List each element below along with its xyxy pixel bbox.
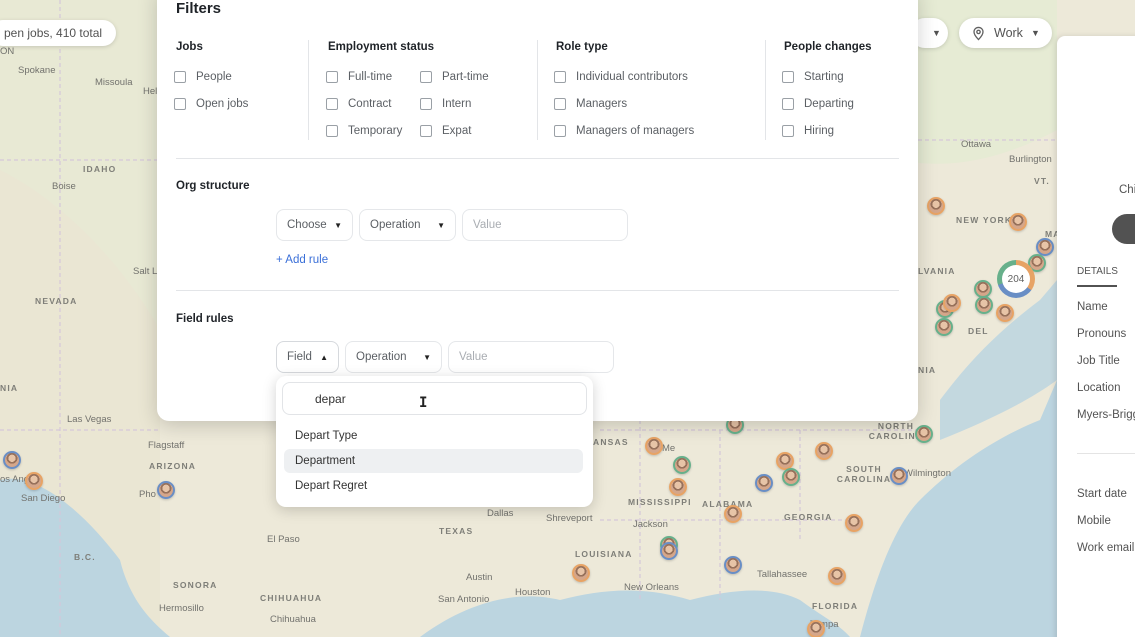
checkbox-temporary[interactable]: Temporary — [326, 125, 402, 137]
caret-down-icon: ▼ — [437, 220, 445, 230]
checkbox-box[interactable] — [420, 71, 432, 83]
checkbox-box[interactable] — [326, 71, 338, 83]
checkbox-label: Intern — [442, 98, 472, 110]
org-operation-select[interactable]: Operation ▼ — [359, 209, 456, 241]
value-placeholder: Value — [473, 219, 502, 231]
add-rule-link[interactable]: + Add rule — [276, 254, 328, 266]
field-value-input[interactable]: Value — [448, 341, 614, 373]
field-select[interactable]: Field ▲ — [276, 341, 339, 373]
checkbox-label: Departing — [804, 98, 854, 110]
checkbox-part-time[interactable]: Part-time — [420, 71, 489, 83]
checkbox-box[interactable] — [782, 98, 794, 110]
org-choose-select[interactable]: Choose ▼ — [276, 209, 353, 241]
checkbox-managers-of-managers[interactable]: Managers of managers — [554, 125, 694, 137]
checkbox-label: Managers of managers — [576, 125, 695, 137]
section-divider — [176, 158, 899, 159]
field-operation-select[interactable]: Operation ▼ — [345, 341, 442, 373]
checkbox-box[interactable] — [174, 98, 186, 110]
checkbox-label: People — [196, 71, 232, 83]
checkbox-label: Contract — [348, 98, 392, 110]
caret-up-icon: ▲ — [320, 352, 328, 362]
jobs-section-title: Jobs — [176, 41, 203, 53]
text-cursor-icon: I — [419, 395, 428, 411]
checkbox-hiring[interactable]: Hiring — [782, 125, 834, 137]
select-value: Choose — [287, 219, 327, 231]
checkbox-managers[interactable]: Managers — [554, 98, 627, 110]
checkbox-box[interactable] — [326, 98, 338, 110]
checkbox-open-jobs[interactable]: Open jobs — [174, 98, 248, 110]
value-placeholder: Value — [459, 351, 488, 363]
org-value-input[interactable]: Value — [462, 209, 628, 241]
column-divider — [308, 40, 309, 140]
field-rules-section-title: Field rules — [176, 313, 234, 325]
section-divider — [176, 290, 899, 291]
field-dropdown-menu: I Depart Type Department Depart Regret — [276, 376, 593, 507]
column-divider — [765, 40, 766, 140]
select-value: Operation — [356, 351, 407, 363]
checkbox-box[interactable] — [326, 125, 338, 137]
caret-down-icon: ▼ — [423, 352, 431, 362]
checkbox-individual-contributors[interactable]: Individual contributors — [554, 71, 688, 83]
checkbox-label: Starting — [804, 71, 844, 83]
checkbox-box[interactable] — [554, 98, 566, 110]
column-divider — [537, 40, 538, 140]
dropdown-option[interactable]: Depart Type — [284, 424, 583, 448]
checkbox-label: Temporary — [348, 125, 403, 137]
checkbox-people[interactable]: People — [174, 71, 232, 83]
checkbox-label: Hiring — [804, 125, 835, 137]
checkbox-label: Expat — [442, 125, 472, 137]
people-changes-section-title: People changes — [784, 41, 872, 53]
checkbox-label: Part-time — [442, 71, 489, 83]
checkbox-box[interactable] — [554, 125, 566, 137]
filters-title: Filters — [176, 0, 222, 17]
caret-down-icon: ▼ — [334, 220, 342, 230]
checkbox-label: Managers — [576, 98, 628, 110]
checkbox-starting[interactable]: Starting — [782, 71, 844, 83]
checkbox-box[interactable] — [554, 71, 566, 83]
checkbox-contract[interactable]: Contract — [326, 98, 391, 110]
checkbox-label: Full-time — [348, 71, 393, 83]
checkbox-box[interactable] — [782, 71, 794, 83]
checkbox-full-time[interactable]: Full-time — [326, 71, 392, 83]
checkbox-box[interactable] — [782, 125, 794, 137]
checkbox-label: Individual contributors — [576, 71, 688, 83]
checkbox-intern[interactable]: Intern — [420, 98, 471, 110]
dropdown-option-highlighted[interactable]: Department — [284, 449, 583, 473]
employment-section-title: Employment status — [328, 41, 435, 53]
checkbox-box[interactable] — [174, 71, 186, 83]
field-search-input[interactable] — [282, 382, 587, 415]
role-type-section-title: Role type — [556, 41, 608, 53]
select-value: Field — [287, 351, 312, 363]
filters-modal: Filters Jobs People Open jobs Employment… — [157, 0, 918, 421]
select-value: Operation — [370, 219, 421, 231]
checkbox-departing[interactable]: Departing — [782, 98, 854, 110]
org-structure-section-title: Org structure — [176, 180, 250, 192]
checkbox-label: Open jobs — [196, 98, 249, 110]
checkbox-box[interactable] — [420, 125, 432, 137]
checkbox-box[interactable] — [420, 98, 432, 110]
checkbox-expat[interactable]: Expat — [420, 125, 471, 137]
dropdown-option[interactable]: Depart Regret — [284, 474, 583, 498]
